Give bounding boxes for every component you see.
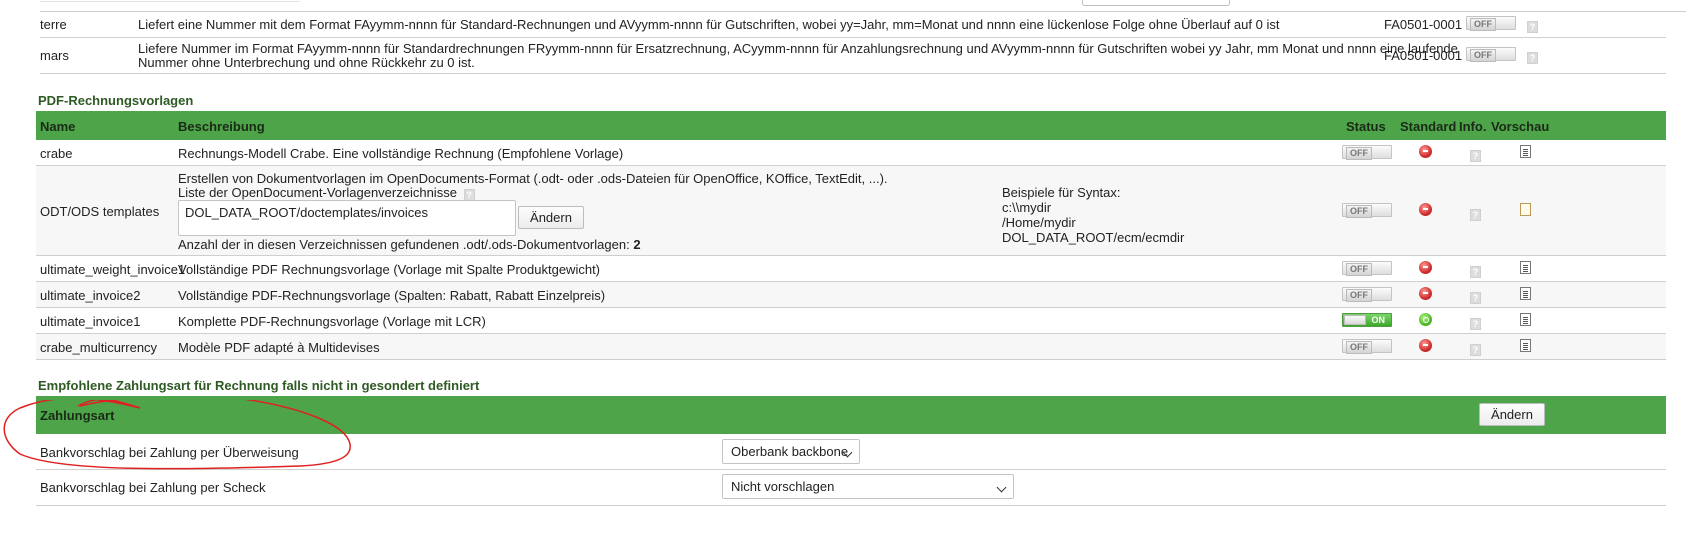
- chevron-down-icon: [996, 482, 1007, 493]
- template-row-ultimate-invoice2: ultimate_invoice2 Vollständige PDF-Rechn…: [36, 282, 1666, 308]
- numbering-description-line2: Nummer ohne Unterbrechung und ohne Rückk…: [138, 55, 475, 70]
- column-description: Beschreibung: [178, 119, 265, 134]
- info-icon[interactable]: ?: [1527, 21, 1538, 33]
- template-row-ultimate-weight: ultimate_weight_invoice1 Vollständige PD…: [36, 256, 1666, 282]
- status-toggle[interactable]: OFF: [1466, 16, 1516, 31]
- template-row-crabe-multicurrency: crabe_multicurrency Modèle PDF adapté à …: [36, 334, 1666, 360]
- numbering-row-mars: mars Liefere Nummer im Format FAyymm-nnn…: [40, 38, 1666, 74]
- payment-row-check: Bankvorschlag bei Zahlung per Scheck Nic…: [36, 470, 1666, 506]
- template-name: ultimate_invoice2: [40, 288, 141, 303]
- status-toggle[interactable]: OFF: [1466, 47, 1516, 62]
- template-description: Rechnungs-Modell Crabe. Eine vollständig…: [178, 146, 624, 161]
- change-dir-button[interactable]: Ändern: [518, 206, 584, 229]
- odt-count-label: Anzahl der in diesen Verzeichnissen gefu…: [178, 237, 641, 252]
- payment-row-label: Bankvorschlag bei Zahlung per Überweisun…: [40, 445, 299, 460]
- numbering-row-terre: terre Liefert eine Nummer mit dem Format…: [40, 12, 1666, 38]
- template-description: Vollständige PDF-Rechnungsvorlage (Spalt…: [178, 288, 606, 303]
- payment-row-transfer: Bankvorschlag bei Zahlung per Überweisun…: [36, 434, 1666, 470]
- template-name: ultimate_invoice1: [40, 314, 141, 329]
- preview-icon[interactable]: [1520, 287, 1531, 300]
- column-preview: Vorschau: [1491, 119, 1550, 134]
- pdf-templates-header: Name Beschreibung Status Standard Info. …: [36, 111, 1666, 140]
- payment-header: Zahlungsart Ändern: [36, 396, 1666, 434]
- template-description: Vollständige PDF Rechnungsvorlage (Vorla…: [178, 262, 601, 277]
- odt-dir-textarea[interactable]: DOL_DATA_ROOT/doctemplates/invoices: [178, 200, 516, 236]
- template-name: crabe_multicurrency: [40, 340, 158, 355]
- column-name: Name: [40, 119, 76, 134]
- payment-row-label: Bankvorschlag bei Zahlung per Scheck: [40, 480, 266, 495]
- status-toggle[interactable]: OFF: [1342, 203, 1392, 218]
- pdf-templates-title: PDF-Rechnungsvorlagen: [38, 93, 194, 108]
- numbering-example: FA0501-0001: [1384, 48, 1463, 63]
- preview-icon[interactable]: [1520, 203, 1531, 216]
- top-cutoff-row: [0, 0, 1696, 12]
- info-icon[interactable]: ?: [1470, 292, 1481, 304]
- change-payment-button[interactable]: Ändern: [1479, 403, 1545, 426]
- status-toggle[interactable]: OFF: [1342, 261, 1392, 276]
- default-on-icon[interactable]: [1419, 313, 1432, 326]
- info-icon[interactable]: ?: [1527, 52, 1538, 64]
- preview-icon[interactable]: [1520, 145, 1531, 158]
- bank-check-select[interactable]: Nicht vorschlagen: [722, 474, 1014, 499]
- template-description: Komplette PDF-Rechnungsvorlage (Vorlage …: [178, 314, 486, 329]
- column-status: Status: [1346, 119, 1386, 134]
- default-off-icon[interactable]: [1419, 145, 1432, 158]
- syntax-examples: Beispiele für Syntax: c:\\mydir /Home/my…: [1002, 185, 1185, 245]
- default-off-icon[interactable]: [1419, 287, 1432, 300]
- template-description: Modèle PDF adapté à Multidevises: [178, 340, 380, 355]
- preview-icon[interactable]: [1520, 313, 1531, 326]
- info-icon[interactable]: ?: [1470, 266, 1481, 278]
- status-toggle[interactable]: OFF: [1342, 339, 1392, 354]
- column-default: Standard: [1400, 119, 1457, 134]
- default-off-icon[interactable]: [1419, 339, 1432, 352]
- template-name: ODT/ODS templates: [40, 204, 160, 219]
- template-row-ultimate-invoice1: ultimate_invoice1 Komplette PDF-Rechnung…: [36, 308, 1666, 334]
- template-row-crabe: crabe Rechnungs-Modell Crabe. Eine volls…: [36, 140, 1666, 166]
- bank-transfer-select[interactable]: Oberbank backbone: [722, 439, 860, 464]
- template-name: crabe: [40, 146, 73, 161]
- status-toggle[interactable]: OFF: [1342, 287, 1392, 302]
- info-icon[interactable]: ?: [1470, 209, 1481, 221]
- default-off-icon[interactable]: [1419, 261, 1432, 274]
- odt-description: Erstellen von Dokumentvorlagen im OpenDo…: [178, 171, 888, 186]
- numbering-example: FA0501-0001: [1384, 17, 1463, 32]
- odt-dir-list-label: Liste der OpenDocument-Vorlagenverzeichn…: [178, 185, 475, 201]
- numbering-name: terre: [40, 17, 67, 32]
- status-toggle[interactable]: OFF: [1342, 145, 1392, 160]
- payment-section-title: Empfohlene Zahlungsart für Rechnung fall…: [38, 378, 480, 393]
- column-info: Info.: [1459, 119, 1487, 134]
- payment-header-label: Zahlungsart: [40, 408, 115, 423]
- info-icon[interactable]: ?: [1470, 344, 1481, 356]
- template-name: ultimate_weight_invoice1: [40, 262, 186, 277]
- default-off-icon[interactable]: [1419, 203, 1432, 216]
- preview-icon[interactable]: [1520, 339, 1531, 352]
- numbering-description-line1: Liefere Nummer im Format FAyymm-nnnn für…: [138, 41, 1458, 56]
- cutoff-select[interactable]: [1082, 0, 1230, 6]
- status-toggle[interactable]: ON: [1342, 313, 1392, 327]
- info-icon[interactable]: ?: [1470, 318, 1481, 330]
- numbering-description: Liefert eine Nummer mit dem Format FAyym…: [138, 17, 1280, 32]
- preview-icon[interactable]: [1520, 261, 1531, 274]
- info-icon[interactable]: ?: [1470, 150, 1481, 162]
- numbering-name: mars: [40, 48, 69, 63]
- template-row-odt: ODT/ODS templates Erstellen von Dokument…: [36, 166, 1666, 256]
